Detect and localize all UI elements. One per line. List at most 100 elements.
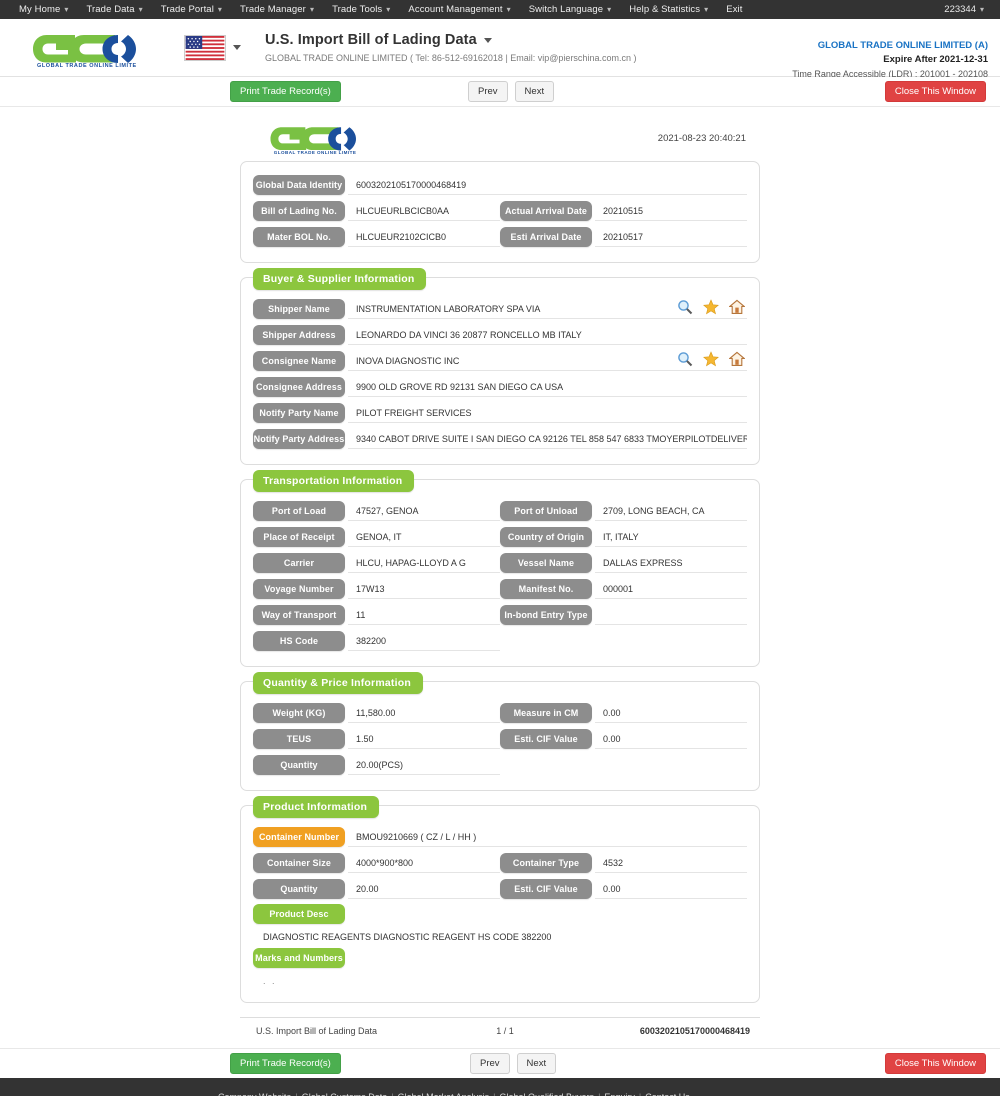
page-title[interactable]: U.S. Import Bill of Lading Data bbox=[265, 32, 636, 48]
home-icon[interactable] bbox=[729, 299, 745, 315]
nav-item-trade-tools[interactable]: Trade Tools ▾ bbox=[323, 4, 399, 15]
transport-row-voyage-manifest: Voyage Number 17W13 Manifest No. 000001 bbox=[253, 576, 747, 602]
field-mater-bol-no: Mater BOL No. HLCUEUR2102CICB0 bbox=[253, 227, 500, 247]
svg-text:GLOBAL TRADE ONLINE LIMITED: GLOBAL TRADE ONLINE LIMITED bbox=[274, 150, 356, 155]
field-value: 20.00 bbox=[348, 879, 500, 899]
footer-link-global-market-analysis[interactable]: Global Market Analysis bbox=[398, 1092, 490, 1096]
identity-row-bol: Bill of Lading No. HLCUEURLBCICB0AA Actu… bbox=[253, 198, 747, 224]
divider: | bbox=[489, 1092, 499, 1096]
field-vessel-name: Vessel Name DALLAS EXPRESS bbox=[500, 553, 747, 573]
nav-item-help-statistics[interactable]: Help & Statistics ▾ bbox=[620, 4, 717, 15]
nav-item-switch-language[interactable]: Switch Language ▾ bbox=[520, 4, 621, 15]
field-value: 20210515 bbox=[595, 201, 747, 221]
qty-row-teus-cif: TEUS 1.50 Esti. CIF Value 0.00 bbox=[253, 726, 747, 752]
product-desc-label: Product Desc bbox=[253, 904, 345, 924]
gto-logo[interactable]: GLOBAL TRADE ONLINE LIMITED bbox=[22, 28, 141, 69]
field-label: Quantity bbox=[253, 755, 345, 775]
field-label: Port of Load bbox=[253, 501, 345, 521]
nav-label: My Home bbox=[19, 4, 61, 15]
home-icon[interactable] bbox=[729, 351, 745, 367]
nav-item-account-management[interactable]: Account Management ▾ bbox=[399, 4, 519, 15]
footer-link-enquiry[interactable]: Enquiry bbox=[604, 1092, 635, 1096]
nav-label: Switch Language bbox=[528, 4, 604, 15]
field-value: 4532 bbox=[595, 853, 747, 873]
field-label: Notify Party Name bbox=[253, 403, 345, 423]
chevron-down-icon: ▾ bbox=[607, 5, 612, 14]
footer-link-global-customs-data[interactable]: Global Customs Data bbox=[302, 1092, 388, 1096]
print-trade-records-button-bottom[interactable]: Print Trade Record(s) bbox=[230, 1053, 341, 1074]
nav-item-my-home[interactable]: My Home ▾ bbox=[10, 4, 77, 15]
field-label: Way of Transport bbox=[253, 605, 345, 625]
field-place-of-receipt: Place of Receipt GENOA, IT bbox=[253, 527, 500, 547]
account-menu[interactable]: 223344 ▾ bbox=[944, 4, 990, 15]
field-wrap: Notify Party Name PILOT FREIGHT SERVICES bbox=[253, 403, 747, 423]
field-value: 9900 OLD GROVE RD 92131 SAN DIEGO CA USA bbox=[348, 377, 747, 397]
field-label: Actual Arrival Date bbox=[500, 201, 592, 221]
account-info-panel: GLOBAL TRADE ONLINE LIMITED (A) Expire A… bbox=[792, 39, 988, 81]
field-label: Mater BOL No. bbox=[253, 227, 345, 247]
record-timestamp: 2021-08-23 20:40:21 bbox=[657, 132, 746, 144]
transport-row-hs-code: HS Code 382200 bbox=[253, 628, 747, 654]
field-value: 47527, GENOA bbox=[348, 501, 500, 521]
field-port-of-unload: Port of Unload 2709, LONG BEACH, CA bbox=[500, 501, 747, 521]
prev-button-bottom[interactable]: Prev bbox=[470, 1053, 510, 1074]
nav-label: Trade Manager bbox=[240, 4, 306, 15]
gto-logo-svg: GLOBAL TRADE ONLINE LIMITED bbox=[33, 34, 141, 69]
field-value: 4000*900*800 bbox=[348, 853, 500, 873]
top-navigation-bar: My Home ▾ Trade Data ▾ Trade Portal ▾ Trade… bbox=[0, 0, 1000, 19]
section-title-product: Product Information bbox=[253, 796, 380, 818]
divider: | bbox=[635, 1092, 645, 1096]
print-trade-records-button[interactable]: Print Trade Record(s) bbox=[230, 81, 341, 102]
field-wrap: Consignee Name INOVA DIAGNOSTIC INC bbox=[253, 351, 747, 371]
sheet-footer-page: 1 / 1 bbox=[496, 1026, 514, 1036]
field-esti-arrival-date: Esti Arrival Date 20210517 bbox=[500, 227, 747, 247]
chevron-down-icon: ▾ bbox=[704, 5, 709, 14]
product-desc-value: DIAGNOSTIC REAGENTS DIAGNOSTIC REAGENT H… bbox=[263, 932, 552, 942]
field-label: Bill of Lading No. bbox=[253, 201, 345, 221]
field-label: Esti Arrival Date bbox=[500, 227, 592, 247]
chevron-down-icon bbox=[483, 37, 492, 43]
search-icon[interactable] bbox=[677, 299, 693, 315]
field-value: 17W13 bbox=[348, 579, 500, 599]
field-label: Port of Unload bbox=[500, 501, 592, 521]
field-value: 9340 CABOT DRIVE SUITE I SAN DIEGO CA 92… bbox=[348, 429, 747, 449]
field-label: Notify Party Address bbox=[253, 429, 345, 449]
search-icon[interactable] bbox=[677, 351, 693, 367]
nav-item-trade-data[interactable]: Trade Data ▾ bbox=[77, 4, 151, 15]
field-value: 000001 bbox=[595, 579, 747, 599]
field-value: BMOU9210669 ( CZ / L / HH ) bbox=[348, 827, 747, 847]
record-sheet: GLOBAL TRADE ONLINE LIMITED 2021-08-23 2… bbox=[240, 117, 760, 1044]
site-footer: 苏ICP备14033305号 Company Website|Global Cu… bbox=[0, 1078, 1000, 1096]
qty-row-weight-measure: Weight (KG) 11,580.00 Measure in CM 0.00 bbox=[253, 700, 747, 726]
footer-link-global-qualified-buyers[interactable]: Global Qualified Buyers bbox=[500, 1092, 595, 1096]
consignee-action-icons bbox=[677, 351, 745, 367]
field-value: 0.00 bbox=[595, 729, 747, 749]
field-wrap: Shipper Name INSTRUMENTATION LABORATORY … bbox=[253, 299, 747, 319]
close-window-button[interactable]: Close This Window bbox=[884, 81, 986, 102]
country-selector[interactable] bbox=[184, 34, 241, 61]
next-button-bottom[interactable]: Next bbox=[516, 1053, 557, 1074]
next-button[interactable]: Next bbox=[514, 81, 555, 102]
field-consignee-address: Consignee Address 9900 OLD GROVE RD 9213… bbox=[253, 374, 747, 400]
nav-item-exit[interactable]: Exit bbox=[717, 4, 751, 15]
footer-link-contact-us[interactable]: Contact Us bbox=[645, 1092, 690, 1096]
sheet-footer-title: U.S. Import Bill of Lading Data bbox=[256, 1026, 378, 1036]
field-value: HLCUEURLBCICB0AA bbox=[348, 201, 500, 221]
field-value: HLCU, HAPAG-LLOYD A G bbox=[348, 553, 500, 573]
field-notify-party-address: Notify Party Address 9340 CABOT DRIVE SU… bbox=[253, 426, 747, 452]
nav-label: Help & Statistics bbox=[629, 4, 701, 15]
star-icon[interactable] bbox=[703, 299, 719, 315]
field-value: 6003202105170000468419 bbox=[348, 175, 747, 195]
divider: | bbox=[387, 1092, 397, 1096]
star-icon[interactable] bbox=[703, 351, 719, 367]
prev-button[interactable]: Prev bbox=[468, 81, 508, 102]
nav-item-trade-portal[interactable]: Trade Portal ▾ bbox=[152, 4, 231, 15]
nav-item-trade-manager[interactable]: Trade Manager ▾ bbox=[231, 4, 323, 15]
close-window-button-bottom[interactable]: Close This Window bbox=[884, 1053, 986, 1074]
bottom-pagination-controls: Prev Next bbox=[470, 1053, 557, 1074]
svg-text:GLOBAL TRADE ONLINE LIMITED: GLOBAL TRADE ONLINE LIMITED bbox=[37, 63, 136, 68]
field-wrap: Shipper Address LEONARDO DA VINCI 36 208… bbox=[253, 325, 747, 345]
footer-link-company-website[interactable]: Company Website bbox=[218, 1092, 291, 1096]
section-title-buyer-supplier: Buyer & Supplier Information bbox=[253, 268, 427, 290]
transportation-card: Transportation Information Port of Load … bbox=[240, 470, 760, 667]
